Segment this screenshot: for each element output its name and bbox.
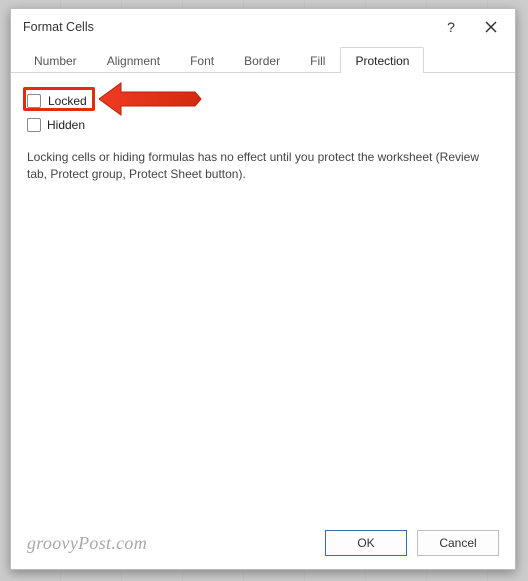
tab-font[interactable]: Font	[175, 47, 229, 73]
tab-fill[interactable]: Fill	[295, 47, 340, 73]
close-icon	[485, 21, 497, 33]
tab-alignment[interactable]: Alignment	[92, 47, 175, 73]
dialog-footer: groovyPost.com OK Cancel	[11, 517, 515, 569]
ok-button[interactable]: OK	[325, 530, 407, 556]
tab-protection[interactable]: Protection	[340, 47, 424, 73]
watermark: groovyPost.com	[27, 533, 315, 554]
hidden-label[interactable]: Hidden	[47, 118, 85, 132]
hidden-checkbox[interactable]	[27, 118, 41, 132]
format-cells-dialog: Format Cells ? Number Alignment Font Bor…	[10, 8, 516, 570]
locked-row: Locked	[27, 91, 499, 111]
close-button[interactable]	[471, 11, 511, 43]
locked-checkbox[interactable]	[27, 94, 41, 108]
tab-strip: Number Alignment Font Border Fill Protec…	[11, 45, 515, 73]
locked-label[interactable]: Locked	[47, 94, 88, 109]
help-button[interactable]: ?	[431, 11, 471, 43]
help-icon: ?	[447, 19, 455, 35]
titlebar: Format Cells ?	[11, 9, 515, 45]
tab-content-protection: Locked Hidden Locking cells or hiding fo…	[11, 73, 515, 517]
tab-border[interactable]: Border	[229, 47, 295, 73]
cancel-button[interactable]: Cancel	[417, 530, 499, 556]
hidden-row: Hidden	[27, 115, 499, 135]
tab-number[interactable]: Number	[19, 47, 92, 73]
dialog-title: Format Cells	[23, 20, 431, 34]
protection-note: Locking cells or hiding formulas has no …	[27, 149, 497, 184]
